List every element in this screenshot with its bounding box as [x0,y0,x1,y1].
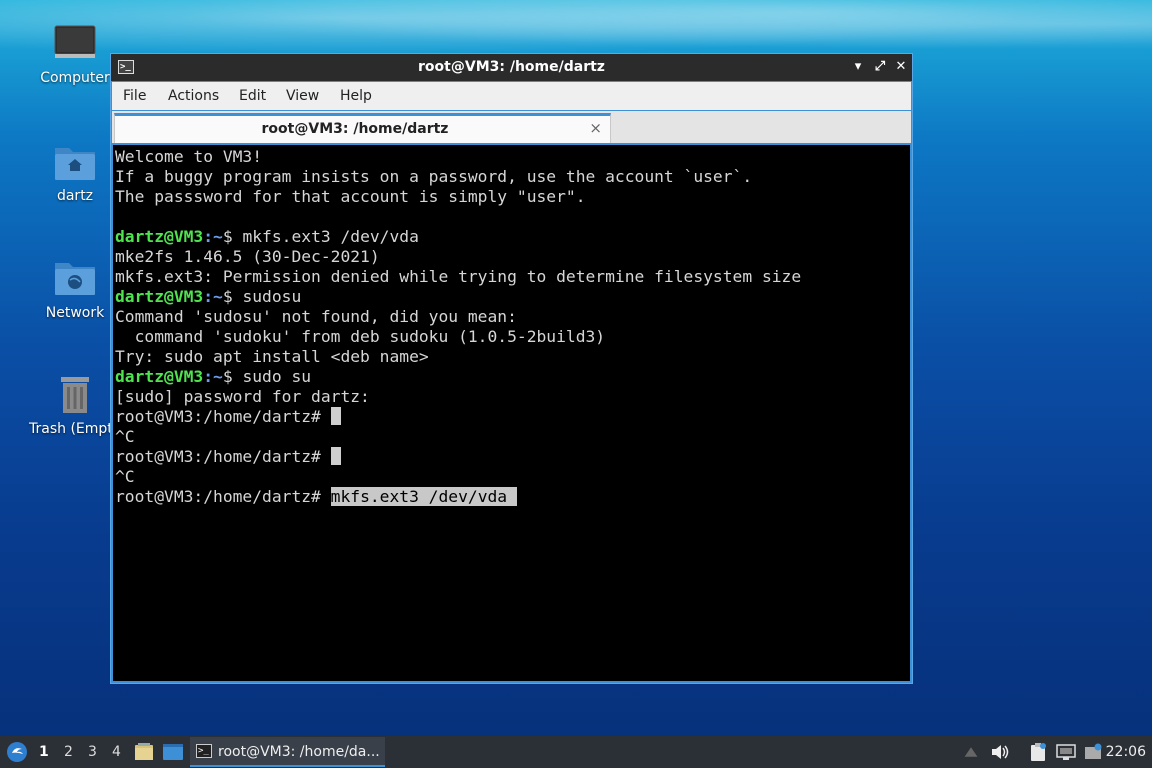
terminal-root-prompt: root@VM3:/home/dartz# mkfs.ext3 /dev/vda [115,487,517,507]
taskbar: 1 2 3 4 >_ root@VM3: /home/da... 22:06 [0,736,1152,768]
menu-file[interactable]: File [123,88,146,104]
prompt-user: dartz@VM3 [115,287,204,306]
block-cursor [330,447,341,465]
terminal-window: >_ root@VM3: /home/dartz ▾ ⤢ ✕ File Acti… [110,53,913,684]
terminal-line: Try: sudo apt install <deb name> [115,347,429,366]
terminal-line: ^C [115,467,135,486]
root-prompt: root@VM3:/home/dartz# [115,487,331,506]
window-title: root@VM3: /home/dartz [418,59,605,75]
clipboard-icon[interactable] [1029,742,1047,762]
root-prompt: root@VM3:/home/dartz# [115,447,331,466]
prompt-path: :~ [203,367,223,386]
workspace-4[interactable]: 4 [112,744,121,760]
prompt-user: dartz@VM3 [115,367,204,386]
terminal-line: Command 'sudosu' not found, did you mean… [115,307,517,326]
terminal-root-prompt: root@VM3:/home/dartz# [115,447,341,467]
selected-command[interactable]: mkfs.ext3 /dev/vda [330,487,508,506]
terminal-prompt-line: dartz@VM3:~$ sudo su [115,367,311,387]
workspace-2[interactable]: 2 [64,744,73,760]
terminal-line: mkfs.ext3: Permission denied while tryin… [115,267,802,286]
terminal-task-icon: >_ [196,744,212,758]
terminal-line: If a buggy program insists on a password… [115,167,753,186]
prompt-user: dartz@VM3 [115,227,204,246]
menu-view[interactable]: View [286,88,319,104]
terminal-output[interactable]: Welcome to VM3! If a buggy program insis… [113,145,910,681]
network-status-icon[interactable] [1056,743,1076,761]
workspace-3[interactable]: 3 [88,744,97,760]
close-button[interactable]: ✕ [892,58,910,76]
terminal-line: Welcome to VM3! [115,147,263,166]
desktop-launcher-icon[interactable] [162,743,184,761]
trash-icon [53,373,97,417]
menu-bar: File Actions Edit View Help [112,82,911,110]
terminal-line: mke2fs 1.46.5 (30-Dec-2021) [115,247,380,266]
taskbar-window-label: root@VM3: /home/da... [218,744,380,760]
terminal-root-prompt: root@VM3:/home/dartz# [115,407,341,427]
tab-terminal[interactable]: root@VM3: /home/dartz × [114,113,611,143]
monitor-icon [53,22,97,66]
file-manager-launcher-icon[interactable] [134,742,154,762]
terminal-line: command 'sudoku' from deb sudoku (1.0.5-… [115,327,606,346]
menu-edit[interactable]: Edit [239,88,266,104]
prompt-command: $ sudo su [222,367,312,386]
volume-icon[interactable] [990,743,1010,761]
terminal-prompt-line: dartz@VM3:~$ mkfs.ext3 /dev/vda [115,227,419,247]
prompt-path: :~ [203,227,223,246]
start-menu-icon[interactable] [6,741,28,763]
prompt-command: $ sudosu [222,287,302,306]
notification-icon[interactable] [1083,743,1103,761]
minimize-button[interactable]: ▾ [849,58,867,76]
tab-label: root@VM3: /home/dartz [261,121,449,137]
block-cursor [330,407,341,425]
wallpaper-highlight [0,0,1152,60]
prompt-path: :~ [203,287,223,306]
terminal-line: [sudo] password for dartz: [115,387,370,406]
menu-actions[interactable]: Actions [168,88,219,104]
window-titlebar[interactable]: >_ root@VM3: /home/dartz ▾ ⤢ ✕ [111,54,912,81]
terminal-line: The passsword for that account is simply… [115,187,586,206]
prompt-command: $ mkfs.ext3 /dev/vda [222,227,419,246]
clock[interactable]: 22:06 [1106,744,1146,760]
tab-close-icon[interactable]: × [589,119,602,137]
terminal-line: ^C [115,427,135,446]
home-folder-icon [53,140,97,184]
menu-help[interactable]: Help [340,88,372,104]
taskbar-window-button[interactable]: >_ root@VM3: /home/da... [190,737,385,767]
tab-bar: root@VM3: /home/dartz × [112,111,911,143]
network-folder-icon [53,257,97,301]
root-prompt: root@VM3:/home/dartz# [115,407,331,426]
tray-up-arrow-icon[interactable] [964,747,978,757]
selection-tail [507,487,517,506]
maximize-button[interactable]: ⤢ [871,58,889,76]
workspace-1[interactable]: 1 [39,744,49,760]
terminal-prompt-line: dartz@VM3:~$ sudosu [115,287,301,307]
